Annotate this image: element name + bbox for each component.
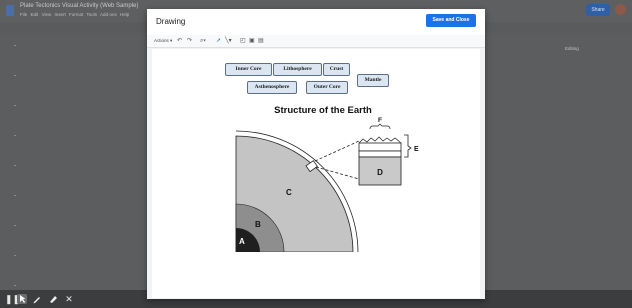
drawing-dialog: Drawing Save and Close Actions ▾ ↶ ↷ ⌕▾ …	[147, 9, 485, 299]
letter-c: C	[286, 188, 292, 197]
menu-bar: File Edit View Insert Format Tools Add-o…	[20, 12, 129, 17]
letter-d: D	[377, 168, 383, 177]
zoom-crust-layer	[358, 142, 402, 152]
drawing-canvas[interactable]: Inner Core Lithosphere Crust Mantle Asth…	[152, 49, 480, 298]
undo-icon[interactable]: ↶	[177, 37, 182, 45]
label-lithosphere[interactable]: Lithosphere	[273, 63, 322, 76]
drawing-toolbar: Actions ▾ ↶ ↷ ⌕▾ ➚ ╲▾ ◰ ▣ ▤	[147, 35, 485, 48]
label-crust[interactable]: Crust	[323, 63, 350, 76]
menu-insert[interactable]: Insert	[55, 12, 66, 17]
pen-icon[interactable]	[32, 294, 42, 304]
menu-format[interactable]: Format	[69, 12, 83, 17]
page-margin-markers	[14, 45, 16, 286]
menu-view[interactable]: View	[42, 12, 52, 17]
zoom-line-top	[314, 140, 360, 162]
zoom-icon[interactable]: ⌕▾	[200, 37, 206, 45]
close-icon[interactable]: ✕	[64, 294, 74, 304]
redo-icon[interactable]: ↷	[187, 37, 192, 45]
label-asthenosphere[interactable]: Asthenosphere	[247, 81, 297, 94]
label-mantle[interactable]: Mantle	[357, 74, 389, 87]
menu-help[interactable]: Help	[120, 12, 129, 17]
docs-logo-icon	[6, 5, 14, 16]
textbox-icon[interactable]: ▣	[249, 37, 255, 45]
pause-icon[interactable]: ❚❚	[5, 294, 20, 304]
surface-line	[358, 136, 402, 144]
line-icon[interactable]: ╲▾	[225, 37, 232, 45]
letter-e: E	[414, 146, 419, 153]
label-inner-core[interactable]: Inner Core	[225, 63, 272, 76]
actions-menu[interactable]: Actions ▾	[154, 38, 172, 44]
document-title[interactable]: Plate Tectonics Visual Activity (Web Sam…	[20, 3, 138, 9]
bracket-f	[369, 123, 391, 130]
earth-structure-image[interactable]: Structure of the Earth A B C D E F	[226, 101, 420, 252]
share-button[interactable]: Share	[586, 4, 610, 16]
letter-b: B	[255, 220, 261, 229]
editing-mode-label[interactable]: Editing	[565, 46, 579, 51]
select-icon[interactable]: ➚	[216, 37, 221, 45]
highlighter-icon[interactable]	[48, 294, 58, 304]
shape-icon[interactable]: ◰	[240, 37, 246, 45]
earth-structure-diagram: Structure of the Earth A B C D E F	[235, 105, 419, 252]
bracket-e	[404, 134, 412, 158]
menu-file[interactable]: File	[20, 12, 27, 17]
letter-f: F	[378, 117, 382, 124]
menu-addons[interactable]: Add-ons	[100, 12, 117, 17]
pointer-icon[interactable]	[17, 294, 27, 304]
diagram-title: Structure of the Earth	[274, 105, 372, 116]
menu-tools[interactable]: Tools	[86, 12, 97, 17]
menu-edit[interactable]: Edit	[31, 12, 39, 17]
letter-a: A	[239, 237, 245, 246]
zoom-lithosphere-layer	[358, 150, 402, 158]
drawing-canvas-area: Inner Core Lithosphere Crust Mantle Asth…	[147, 48, 485, 299]
save-and-close-button[interactable]: Save and Close	[426, 14, 476, 27]
label-outer-core[interactable]: Outer Core	[306, 81, 348, 94]
avatar[interactable]	[615, 4, 626, 15]
dialog-title: Drawing	[156, 17, 186, 26]
image-icon[interactable]: ▤	[258, 37, 264, 45]
